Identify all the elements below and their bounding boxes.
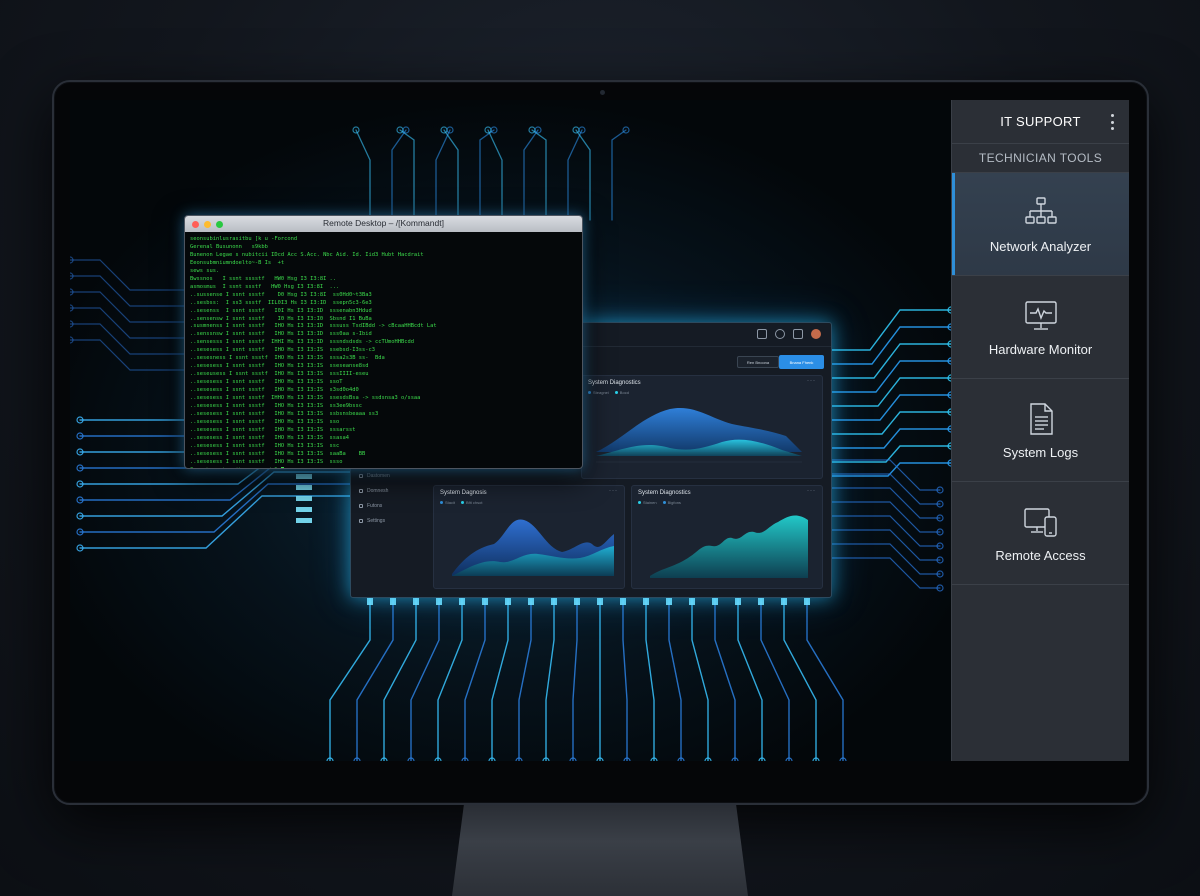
sidebar-item-remote-access[interactable]: Remote Access xyxy=(952,482,1129,585)
sidebar-item-system-logs[interactable]: System Logs xyxy=(952,379,1129,482)
chart-legend: Steagnei Bocd xyxy=(588,390,629,395)
terminal-line: ..seseusess I ssnt ssstf IHO Hs I3 I3:IS… xyxy=(190,371,369,378)
function-icon xyxy=(359,504,363,508)
terminal-line: ..sesesess I ssnt ssstf IHHO Hs I3 I3:IS… xyxy=(190,395,421,402)
gear-icon xyxy=(359,519,363,523)
sidebar-item-label: Remote Access xyxy=(995,547,1086,563)
primary-button[interactable]: Bnana Fhenk xyxy=(779,355,824,369)
screen: Ren Bnoona Bnana Fhenk Dastomen Domnesh … xyxy=(70,100,1129,761)
terminal-line: ..sensesss I ssnt ssstf IHHI Hs I3 I3:ID… xyxy=(190,339,414,346)
terminal-line: ..sesesess I ssnt ssstf IHO Hs I3 I3:IS … xyxy=(190,387,359,394)
terminal-line: Esenubnumnbuncihusnmennsd~B xyxy=(190,466,577,468)
sidebar-item-label: Network Analyzer xyxy=(989,238,1092,254)
secondary-button[interactable]: Ren Bnoona xyxy=(737,356,779,368)
terminal-window[interactable]: Remote Desktop – /[Kommandt] seonsubinlu… xyxy=(184,215,583,469)
nav-item-dashboard[interactable]: Dastomen xyxy=(359,473,390,479)
devices-icon xyxy=(1023,507,1057,537)
terminal-line: asmosmus I ssnt ssstf HW0 Hsg I3 I3:8I .… xyxy=(190,283,340,290)
more-icon[interactable]: ··· xyxy=(807,378,816,384)
chart-card-dagnosis: System Dagnosis ··· Stacit Bfit chsot xyxy=(433,485,625,589)
more-icon[interactable]: ··· xyxy=(807,488,816,494)
avatar[interactable] xyxy=(811,329,821,339)
terminal-line: ..sesesess I ssnt ssstf IHO Hs I3 I3:IS … xyxy=(190,410,379,417)
terminal-line: ..sesesess I ssnt ssstf IHO Hs I3 I3:IS … xyxy=(190,458,343,465)
sidebar: IT SUPPORT TECHNICIAN TOOLS Network Anal… xyxy=(951,100,1129,761)
sidebar-item-hardware-monitor[interactable]: Hardware Monitor xyxy=(952,276,1129,379)
network-icon xyxy=(1024,196,1057,224)
terminal-line: ..sesbss: I ss3 ssstf IIL0I3 Hs I3 I3:ID… xyxy=(190,299,372,306)
terminal-line: ..senssnsw I ssnt ssstf IHO Hs I3 I3:ID … xyxy=(190,331,372,338)
terminal-line: ..sesesness I ssnt ssstf IHO Hs I3 I3:IS… xyxy=(190,355,385,362)
terminal-line: .susmnenss I ssnt ssstf IHO Hs I3 I3:ID … xyxy=(190,323,437,330)
camera-dot xyxy=(600,90,605,95)
sidebar-item-network-analyzer[interactable]: Network Analyzer xyxy=(952,173,1129,276)
bell-icon[interactable] xyxy=(793,329,803,339)
sidebar-item-label: Hardware Monitor xyxy=(988,341,1093,357)
nav-item-settings[interactable]: Settings xyxy=(359,518,385,524)
terminal-line: ..sesesess I ssnt ssstf IHO Hs I3 I3:IS … xyxy=(190,434,350,441)
terminal-line: seonsubinlusrasitbu [k u -Forcond xyxy=(190,236,298,242)
sidebar-header: IT SUPPORT xyxy=(952,100,1129,144)
terminal-title: Remote Desktop – /[Kommandt] xyxy=(323,218,444,228)
card-title: System Diagnostics xyxy=(588,380,641,386)
terminal-line: ..sesenss I ssnt ssstf I0I Hs I3 I3:ID s… xyxy=(190,307,372,314)
chart-card-diagnostics-bottom: System Diagnostics ··· Stainen Bigfons xyxy=(631,485,823,589)
chart-card-diagnostics-top: System Diagnostics ··· Steagnei Bocd xyxy=(581,375,823,479)
terminal-line: sews sus. xyxy=(190,267,220,274)
terminal-cursor xyxy=(280,466,284,468)
terminal-line: ..sesesess I ssnt ssstf IHO Hs I3 I3:IS … xyxy=(190,426,356,433)
more-icon[interactable]: ··· xyxy=(609,488,618,494)
monitor-stand xyxy=(452,805,748,896)
help-icon[interactable] xyxy=(775,329,785,339)
terminal-line: Bwssnos I ssnt sssstf HW0 Hsg I3 I3:8I .… xyxy=(190,275,337,282)
chart-legend: Stacit Bfit chsot xyxy=(440,500,482,505)
card-title: System Diagnostics xyxy=(638,490,691,496)
card-title: System Dagnosis xyxy=(440,490,487,496)
monitor-pulse-icon xyxy=(1024,300,1057,330)
kebab-menu-icon[interactable] xyxy=(1107,114,1117,130)
terminal-line: ..sesesess I ssnt ssstf IHO Hs I3 I3:IS … xyxy=(190,379,343,386)
document-icon xyxy=(1029,402,1053,435)
terminal-line: ..sesesess I ssnt ssstf IHO Hs I3 I3:IS … xyxy=(190,347,375,354)
sidebar-title: IT SUPPORT xyxy=(1000,114,1081,129)
nav-item-functions[interactable]: Futons xyxy=(359,503,382,509)
terminal-titlebar[interactable]: Remote Desktop – /[Kommandt] xyxy=(185,216,582,232)
terminal-line: ..sensensw I ssnt ssstf I0 Hs I3 I3:I0 S… xyxy=(190,315,372,322)
terminal-line: ..sesesess I ssnt ssstf IHO Hs I3 I3:IS … xyxy=(190,442,340,449)
terminal-line: ..sesesess I ssnt ssstf IHO Hs I3 I3:IS … xyxy=(190,450,366,457)
terminal-line: ..sesesess I ssnt ssstf IHO Hs I3 I3:IS … xyxy=(190,418,340,425)
nav-item-domain[interactable]: Domnesh xyxy=(359,488,388,494)
chart-legend: Stainen Bigfons xyxy=(638,500,681,505)
terminal-output[interactable]: seonsubinlusrasitbu [k u -Forcond Gerenal… xyxy=(185,232,582,468)
mail-icon[interactable] xyxy=(757,329,767,339)
terminal-line: ..sesesess I ssnt ssstf IHO Hs I3 I3:IS … xyxy=(190,403,363,410)
terminal-line: Bunenon Legae s nubitcii IDcd Acc S.Acc.… xyxy=(190,251,424,258)
terminal-line: ..sussense I ssnt ssstf D0 Hsg I3 I3:8I … xyxy=(190,291,372,298)
terminal-line: Gerenal Busunonn s9kbb xyxy=(190,243,268,250)
terminal-line: ..sesesess I ssnt ssstf IHO Hs I3 I3:IS … xyxy=(190,363,369,370)
sidebar-item-label: System Logs xyxy=(1002,444,1079,460)
dashboard-icon xyxy=(359,474,363,478)
terminal-line: Eeonsubmniumndoelto~-B Is +t xyxy=(190,259,285,266)
globe-icon xyxy=(359,489,363,493)
sidebar-subtitle: TECHNICIAN TOOLS xyxy=(952,144,1129,173)
